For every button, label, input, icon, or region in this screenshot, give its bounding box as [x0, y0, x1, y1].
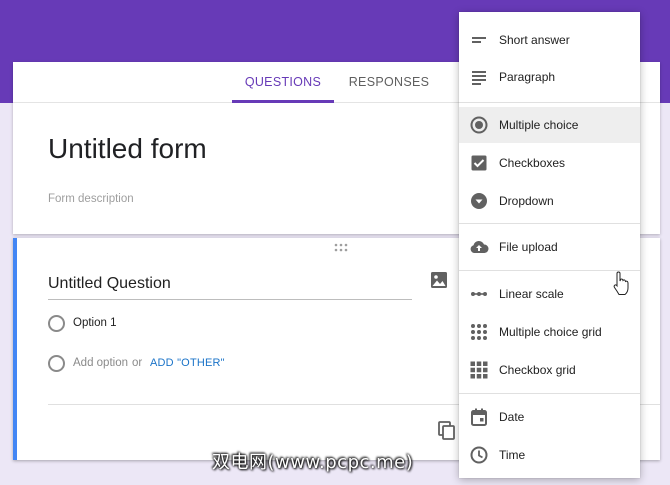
- paragraph-icon: [472, 71, 486, 85]
- menu-item-label: File upload: [499, 240, 558, 254]
- add-other-link[interactable]: ADD "OTHER": [150, 357, 225, 369]
- copy-icon[interactable]: [438, 421, 456, 441]
- short-text-icon: [472, 37, 486, 43]
- menu-item-checkbox-grid[interactable]: Checkbox grid: [459, 352, 640, 388]
- radio-button-icon: [470, 116, 488, 134]
- menu-item-label: Short answer: [499, 33, 570, 47]
- menu-item-label: Checkbox grid: [499, 363, 576, 377]
- dropdown-icon: [471, 193, 487, 209]
- or-label: or: [132, 357, 143, 369]
- mc-grid-icon: [471, 324, 487, 340]
- question-title-input[interactable]: Untitled Question: [48, 275, 412, 300]
- form-title[interactable]: Untitled form: [48, 133, 207, 165]
- watermark: 双电网(www.pcpc.me): [212, 452, 414, 473]
- add-option-radio-icon: [48, 355, 65, 372]
- menu-divider: [459, 393, 640, 394]
- add-option-field[interactable]: Add option: [73, 357, 128, 369]
- option-radio-icon: [48, 315, 65, 332]
- drag-handle-icon[interactable]: [334, 243, 348, 253]
- tab-questions[interactable]: QUESTIONS: [232, 62, 334, 103]
- cloud-upload-icon: [470, 240, 489, 253]
- menu-item-label: Time: [499, 448, 526, 462]
- question-type-menu: Short answer Paragraph Multiple choice C…: [459, 12, 640, 478]
- option-1-label[interactable]: Option 1: [73, 317, 116, 329]
- menu-item-label: Dropdown: [499, 194, 554, 208]
- menu-item-label: Paragraph: [499, 70, 556, 84]
- calendar-icon: [471, 408, 487, 426]
- menu-divider: [459, 102, 640, 103]
- menu-item-date[interactable]: Date: [459, 399, 640, 435]
- menu-item-label: Linear scale: [499, 287, 564, 301]
- hand-cursor-icon: [613, 271, 629, 295]
- menu-item-label: Multiple choice: [499, 118, 579, 132]
- menu-item-file-upload[interactable]: File upload: [459, 229, 640, 265]
- menu-item-label: Date: [499, 410, 525, 424]
- menu-item-multiple-choice[interactable]: Multiple choice: [459, 107, 640, 143]
- menu-item-multiple-choice-grid[interactable]: Multiple choice grid: [459, 314, 640, 350]
- checkbox-icon: [471, 155, 487, 171]
- menu-item-dropdown[interactable]: Dropdown: [459, 183, 640, 219]
- clock-icon: [470, 446, 488, 464]
- image-icon[interactable]: [430, 271, 448, 289]
- menu-divider: [459, 223, 640, 224]
- menu-item-label: Checkboxes: [499, 156, 566, 170]
- menu-item-label: Multiple choice grid: [499, 325, 602, 339]
- menu-item-checkboxes[interactable]: Checkboxes: [459, 145, 640, 181]
- menu-item-short-answer[interactable]: Short answer: [459, 22, 640, 58]
- menu-item-time[interactable]: Time: [459, 437, 640, 473]
- form-description-field[interactable]: Form description: [48, 193, 134, 205]
- checkbox-grid-icon: [470, 361, 488, 379]
- menu-item-paragraph[interactable]: Paragraph: [459, 59, 640, 95]
- tab-responses[interactable]: RESPONSES: [348, 62, 430, 102]
- linear-scale-icon: [471, 292, 487, 296]
